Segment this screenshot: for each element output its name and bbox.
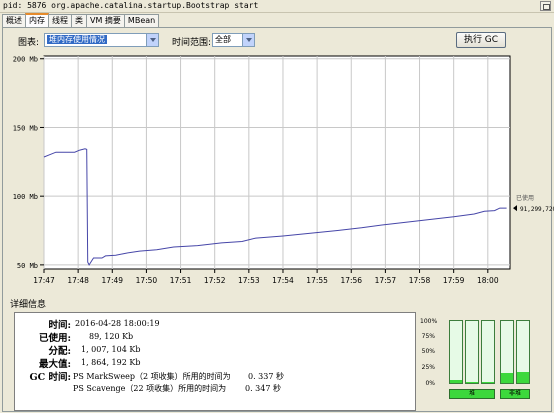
x-tick-label: 17:50	[136, 276, 158, 285]
detail-gc-scavenge-time: 0. 347 秒	[245, 384, 281, 393]
detail-used-value: 89, 120 Kb	[89, 332, 134, 341]
heap-pool-bar-old[interactable]	[481, 320, 495, 384]
y-axis-ticks: 200 Mb 150 Mb 100 Mb 50 Mb	[13, 56, 44, 270]
detail-gc-marksweep: PS MarkSweep（2 项收集）所用的时间为	[73, 372, 231, 381]
series-legend: 已使用 91,299,720	[513, 194, 554, 213]
legend-value: 91,299,720	[520, 206, 554, 213]
detail-gc-scavenge: PS Scavenge（22 项收集）所用的时间为	[73, 384, 227, 393]
pool-fill	[466, 381, 478, 383]
legend-label: 已使用	[516, 194, 534, 202]
pool-pct-100: 100%	[420, 318, 438, 325]
pool-pct-25: 25%	[421, 364, 435, 371]
detail-used-label: 已使用:	[38, 333, 71, 344]
x-tick-label: 17:59	[443, 276, 465, 285]
x-tick-label: 17:53	[238, 276, 260, 285]
heap-pool-bar-eden[interactable]	[449, 320, 463, 384]
pool-fill	[450, 379, 462, 383]
y-tick-label: 50 Mb	[17, 262, 38, 270]
detail-committed-value: 1, 007, 104 Kb	[81, 345, 141, 354]
details-box: 时间: 2016-04-28 18:00:19 已使用: 89, 120 Kb …	[14, 312, 416, 411]
pool-pct-50: 50%	[421, 348, 435, 355]
pool-fill	[517, 371, 529, 383]
heap-usage-chart: 200 Mb 150 Mb 100 Mb 50 Mb 17:47 17:48 17:49 1…	[13, 55, 554, 290]
detail-committed-label: 分配:	[48, 346, 71, 357]
x-tick-label: 17:58	[409, 276, 431, 285]
pool-fill	[482, 381, 494, 383]
x-tick-label: 17:54	[272, 276, 294, 285]
nonheap-pool-button[interactable]: 非堆	[500, 389, 530, 399]
y-tick-label: 150 Mb	[13, 124, 38, 132]
x-tick-label: 17:56	[340, 276, 362, 285]
y-tick-label: 100 Mb	[13, 193, 38, 201]
memory-pools-panel: 100% 75% 50% 25% 0% 堆 非堆	[420, 312, 540, 404]
plot-area	[43, 55, 511, 270]
details-title: 详细信息	[10, 300, 47, 310]
nonheap-pool-bar-perm[interactable]	[516, 320, 530, 384]
detail-time-label: 时间:	[48, 320, 71, 331]
nonheap-pool-bar-code[interactable]	[500, 320, 514, 384]
x-tick-label: 18:00	[477, 276, 499, 285]
x-tick-label: 17:49	[101, 276, 123, 285]
detail-time-value: 2016-04-28 18:00:19	[75, 319, 160, 328]
heap-pool-bar-survivor[interactable]	[465, 320, 479, 384]
pool-fill	[501, 373, 513, 383]
x-tick-label: 17:55	[306, 276, 328, 285]
pool-pct-75: 75%	[421, 333, 435, 340]
detail-max-label: 最大值:	[38, 359, 71, 370]
x-tick-label: 17:51	[170, 276, 192, 285]
detail-max-value: 1, 864, 192 Kb	[81, 358, 141, 367]
pool-pct-0: 0%	[425, 380, 435, 387]
y-tick-label: 200 Mb	[13, 56, 38, 64]
x-tick-label: 17:57	[375, 276, 397, 285]
heap-pool-button[interactable]: 堆	[449, 389, 495, 399]
x-tick-label: 17:48	[67, 276, 89, 285]
legend-marker-icon	[513, 205, 517, 212]
x-tick-label: 17:52	[204, 276, 226, 285]
detail-gc-time-label: GC 时间:	[29, 372, 72, 383]
x-tick-label: 17:47	[33, 276, 55, 285]
detail-gc-marksweep-time: 0. 337 秒	[248, 372, 284, 381]
